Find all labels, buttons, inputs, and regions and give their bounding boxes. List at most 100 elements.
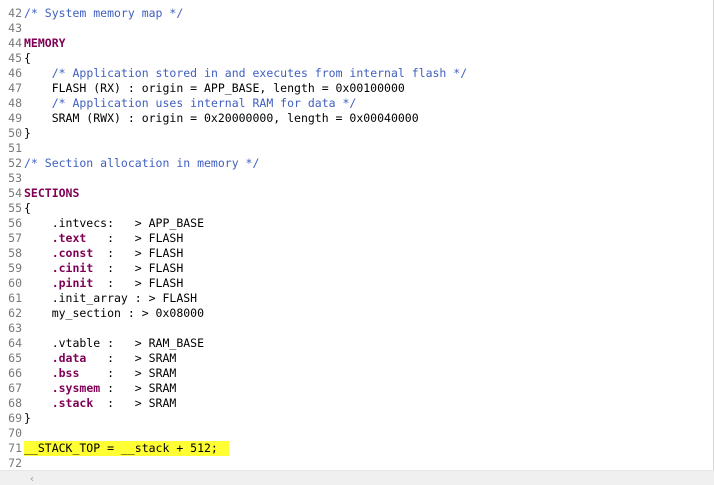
line-number: 72 [8,456,22,470]
line-number: 66 [8,366,22,380]
line-number: 48 [8,96,22,110]
line-number: 56 [8,216,22,230]
code-line[interactable]: 57 .text : > FLASH [0,231,712,246]
line-number: 50 [8,126,22,140]
code-line[interactable]: 46 /* Application stored in and executes… [0,66,712,81]
line-number: 62 [8,306,22,320]
code-line[interactable]: 72 [0,456,712,471]
line-number: 53 [8,171,22,185]
line-number: 49 [8,111,22,125]
code-editor[interactable]: 42/* System memory map */43 44 MEMORY 45{46… [0,0,714,485]
code-keyword: SECTIONS [24,186,80,200]
code-line[interactable]: 61 .init_array : > FLASH [0,291,712,306]
code-text: : > FLASH [86,231,184,245]
line-number: 60 [8,276,22,290]
code-line[interactable]: 71 __STACK_TOP = __stack + 512; [0,441,712,456]
code-line[interactable]: 63 [0,321,712,336]
line-number: 71 [8,441,22,455]
code-text: .init_array : > FLASH [24,291,198,305]
line-number: 43 [8,21,22,35]
line-number: 67 [8,381,22,395]
code-text: : > FLASH [93,246,184,260]
code-line[interactable]: 44 MEMORY [0,36,712,51]
code-line[interactable]: 50} [0,126,712,141]
code-line[interactable]: 48 /* Application uses internal RAM for … [0,96,712,111]
code-text: : > SRAM [100,381,177,395]
code-line[interactable]: 67 .sysmem : > SRAM [0,381,712,396]
code-text: } [24,411,31,425]
code-keyword: .pinit [51,276,94,290]
code-keyword: .const [51,246,94,260]
code-line[interactable]: 66 .bss : > SRAM [0,366,712,381]
code-comment: /* System memory map */ [24,6,184,20]
code-line[interactable]: 45{ [0,51,712,66]
code-comment: /* Application stored in and executes fr… [51,66,468,80]
line-number: 61 [8,291,22,305]
line-number: 51 [8,141,22,155]
code-text: : > SRAM [86,351,177,365]
code-text: : > SRAM [79,366,177,380]
line-number: 69 [8,411,22,425]
code-keyword: .text [51,231,87,245]
code-line[interactable]: 65 .data : > SRAM [0,351,712,366]
code-comment: /* Application uses internal RAM for dat… [51,96,357,110]
line-number: 45 [8,51,22,65]
code-line[interactable]: 64 .vtable : > RAM_BASE [0,336,712,351]
code-comment: /* Section allocation in memory */ [24,156,260,170]
code-line[interactable]: 42/* System memory map */ [0,6,712,21]
code-line[interactable]: 49 SRAM (RWX) : origin = 0x20000000, len… [0,111,712,126]
code-lines[interactable]: 42/* System memory map */43 44 MEMORY 45{46… [0,6,712,471]
code-line[interactable]: 53 [0,171,712,186]
code-text: : > FLASH [93,276,184,290]
code-line[interactable]: 43 [0,21,712,36]
line-number: 63 [8,321,22,335]
code-line[interactable]: 55{ [0,201,712,216]
code-keyword: .bss [51,366,80,380]
line-number: 65 [8,351,22,365]
line-number: 58 [8,246,22,260]
code-line[interactable]: 59 .cinit : > FLASH [0,261,712,276]
code-text: FLASH (RX) : origin = APP_BASE, length =… [24,81,405,95]
code-keyword: .data [51,351,87,365]
line-number: 59 [8,261,22,275]
code-line[interactable]: 62 my_section : > 0x08000 [0,306,712,321]
code-text: } [24,126,31,140]
code-line[interactable]: 54 SECTIONS [0,186,712,201]
line-number: 55 [8,201,22,215]
line-number: 46 [8,66,22,80]
code-text: : > SRAM [93,396,177,410]
code-text: { [24,51,31,65]
code-keyword: .sysmem [51,381,101,395]
line-number: 70 [8,426,22,440]
code-text: __STACK_TOP = __stack + 512; [24,441,218,455]
code-line[interactable]: 56 .intvecs: > APP_BASE [0,216,712,231]
code-text: my_section : > 0x08000 [24,306,205,320]
line-number: 47 [8,81,22,95]
code-line[interactable]: 58 .const : > FLASH [0,246,712,261]
code-line[interactable]: 52/* Section allocation in memory */ [0,156,712,171]
line-number: 54 [8,186,22,200]
line-highlight: __STACK_TOP = __stack + 512; [24,441,229,456]
line-number: 52 [8,156,22,170]
code-line[interactable]: 47 FLASH (RX) : origin = APP_BASE, lengt… [0,81,712,96]
code-line[interactable]: 51 [0,141,712,156]
code-keyword: .stack [51,396,94,410]
code-line[interactable]: 60 .pinit : > FLASH [0,276,712,291]
code-line[interactable]: 69} [0,411,712,426]
code-text: SRAM (RWX) : origin = 0x20000000, length… [24,111,419,125]
code-line[interactable]: 70 [0,426,712,441]
code-keyword: MEMORY [24,36,66,50]
code-text: { [24,201,31,215]
scroll-left-arrow-icon[interactable]: ‹ [26,472,38,485]
code-text: .intvecs: > APP_BASE [24,216,205,230]
code-keyword: .cinit [51,261,94,275]
code-line[interactable]: 68 .stack : > SRAM [0,396,712,411]
horizontal-scrollbar[interactable]: ‹ [0,470,714,485]
